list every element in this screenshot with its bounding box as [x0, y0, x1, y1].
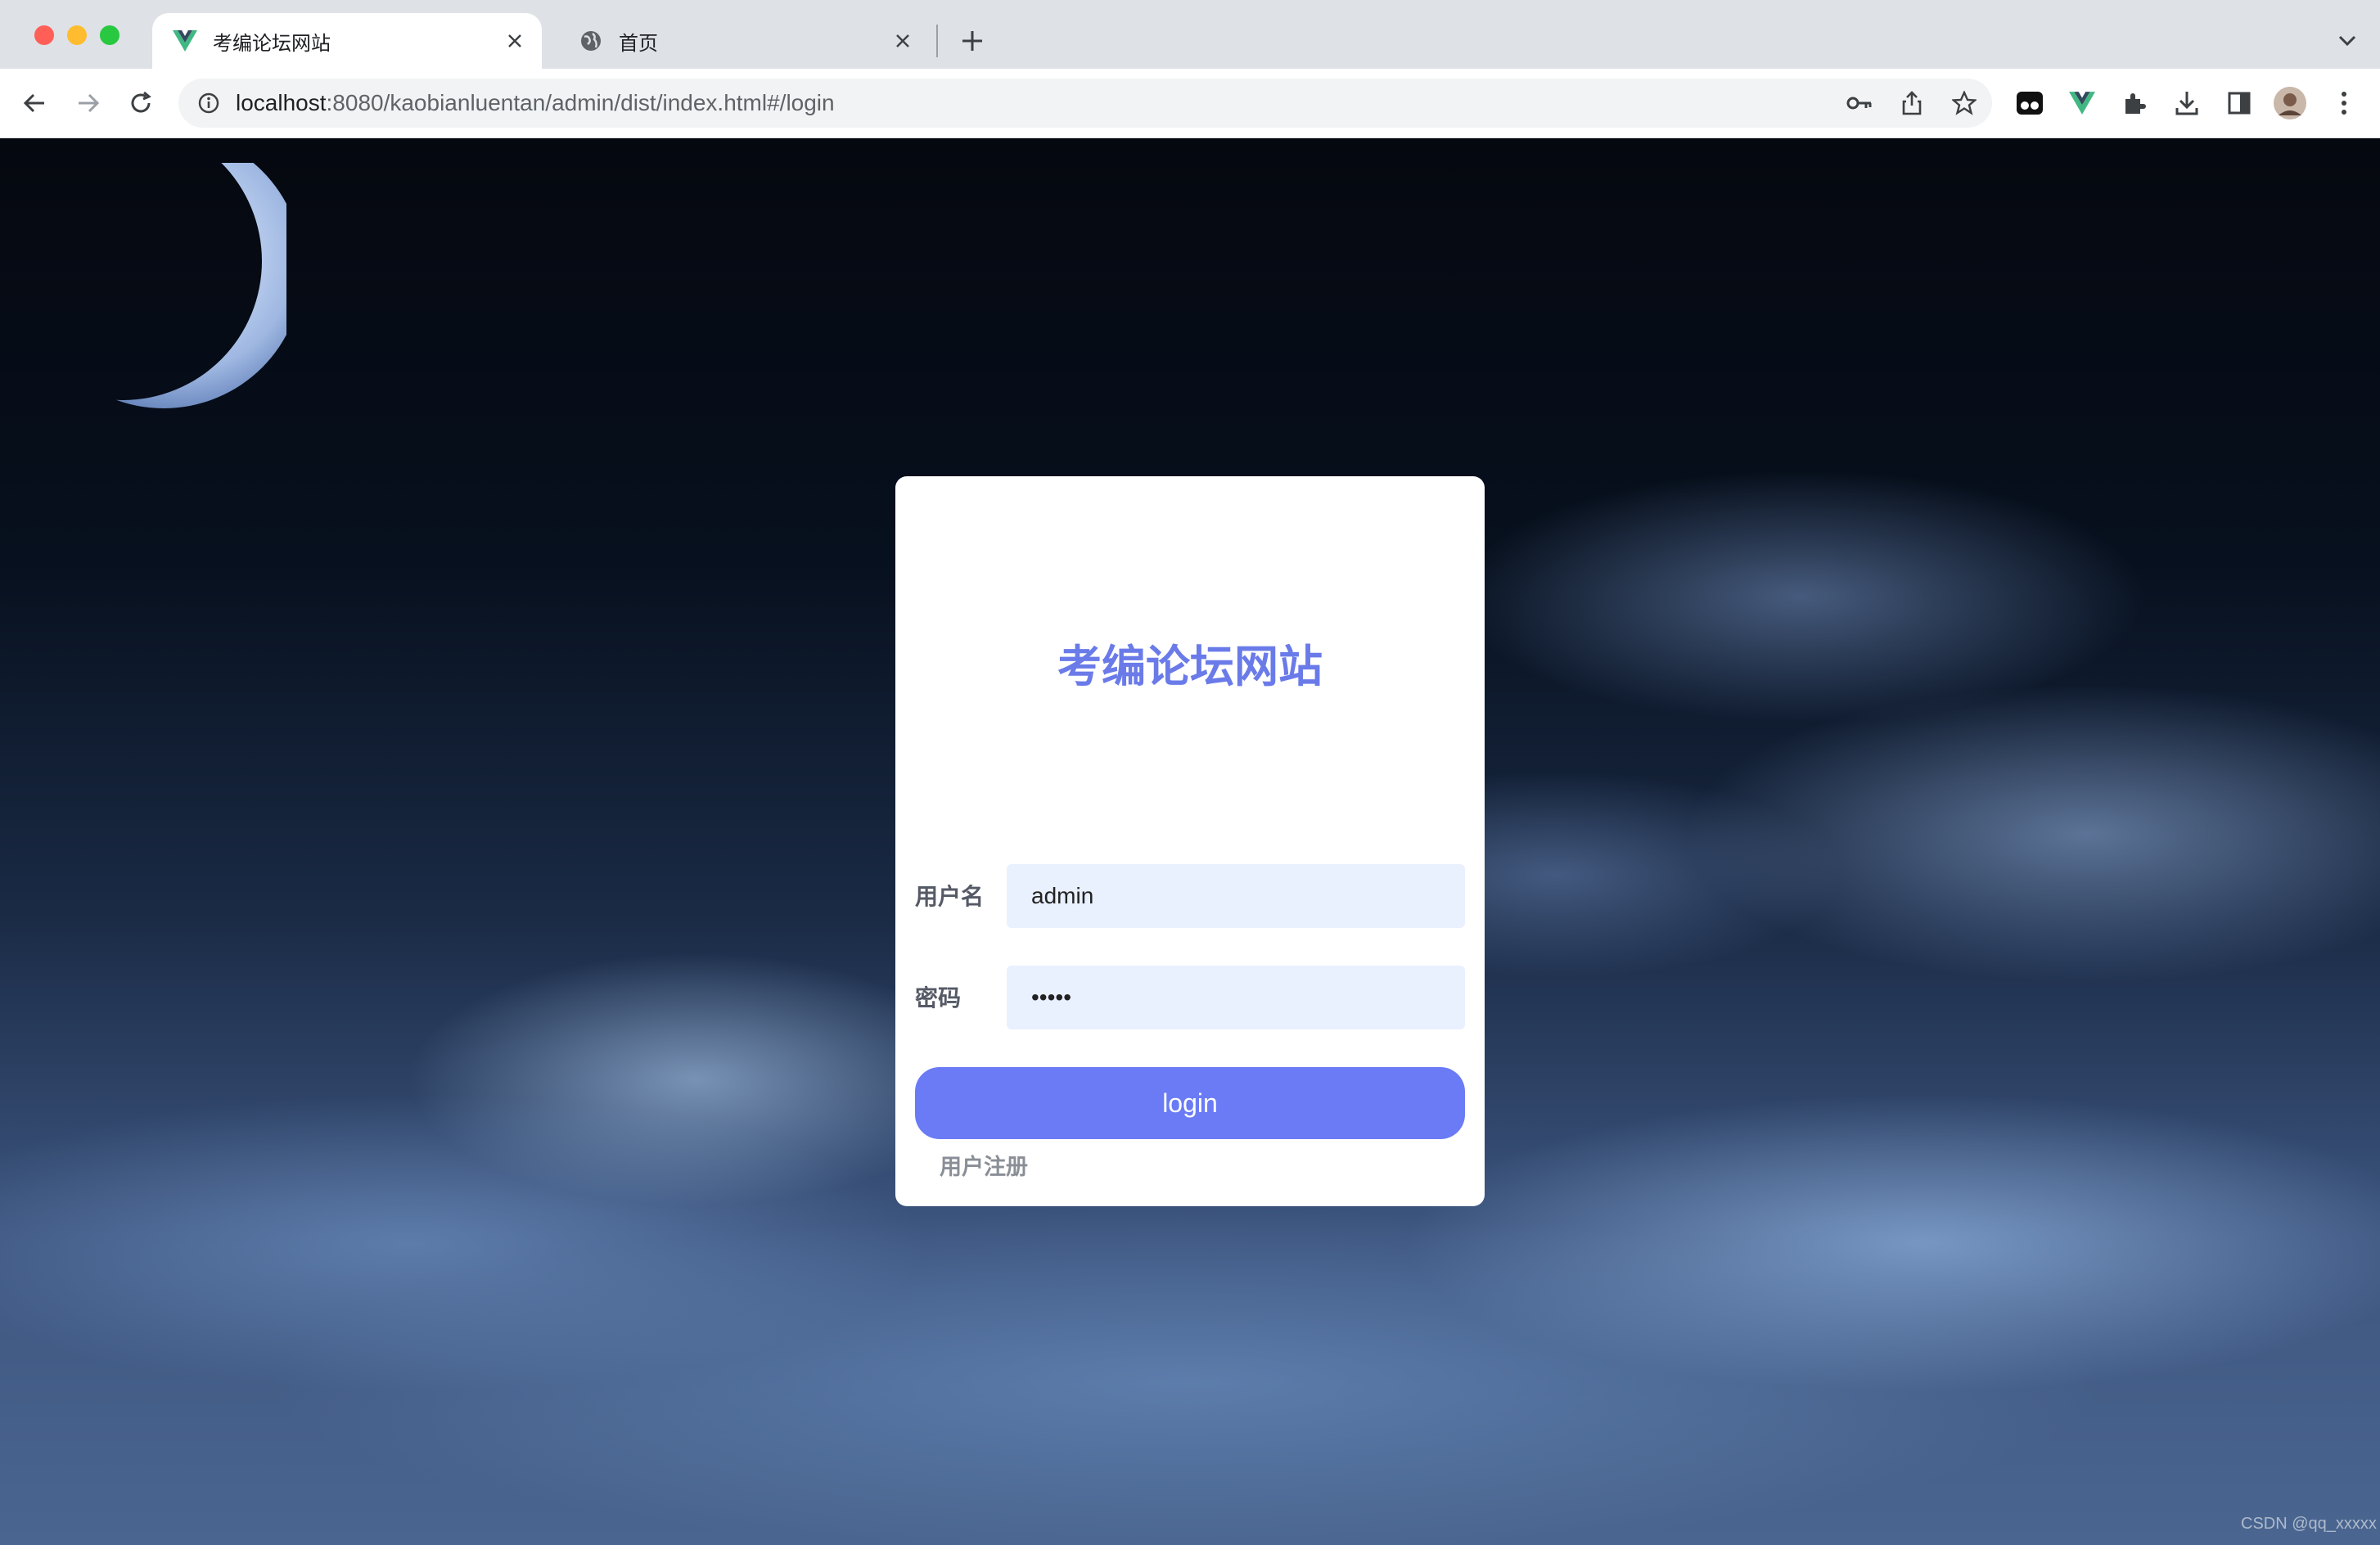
tab-divider [936, 25, 938, 57]
arrow-left-icon [23, 93, 44, 113]
close-icon[interactable] [890, 29, 915, 53]
tab-search-button[interactable] [2331, 25, 2364, 57]
password-label: 密码 [915, 985, 962, 1011]
password-input[interactable] [1007, 966, 1465, 1029]
login-button[interactable]: login [915, 1067, 1465, 1139]
close-icon[interactable] [503, 29, 527, 53]
forward-button[interactable] [70, 85, 106, 121]
tab-login[interactable]: 考编论坛网站 [152, 13, 542, 69]
puzzle-icon[interactable] [2116, 85, 2152, 121]
chevron-down-icon [2338, 35, 2356, 47]
avatar[interactable] [2272, 85, 2308, 121]
tab-title: 首页 [619, 32, 658, 55]
window-minimize-button[interactable] [67, 25, 87, 45]
globe-icon [578, 28, 604, 54]
side-panel-icon[interactable] [2221, 85, 2257, 121]
tab-strip: 考编论坛网站 首页 [0, 0, 2380, 69]
new-tab-button[interactable] [956, 25, 989, 57]
plus-icon [962, 31, 982, 51]
extension-glasses-icon[interactable] [2012, 85, 2048, 121]
back-button[interactable] [16, 85, 52, 121]
window-close-button[interactable] [34, 25, 54, 45]
register-link[interactable]: 用户注册 [940, 1149, 1028, 1181]
download-icon[interactable] [2169, 85, 2205, 121]
login-title: 考编论坛网站 [1057, 642, 1323, 691]
tab-title: 考编论坛网站 [213, 32, 331, 55]
reload-button[interactable] [123, 85, 159, 121]
browser-window: 考编论坛网站 首页 localhost:8080/kaobianluentan/… [0, 0, 2380, 1545]
url-path: :8080/kaobianluentan/admin/dist/index.ht… [326, 90, 835, 115]
url-host: localhost [236, 90, 327, 115]
star-icon[interactable] [1948, 87, 1981, 119]
browser-toolbar: localhost:8080/kaobianluentan/admin/dist… [0, 69, 2380, 138]
reload-icon [131, 91, 151, 113]
arrow-right-icon [79, 93, 100, 113]
login-card: 考编论坛网站 用户名 密码 login 用户注册 [895, 476, 1485, 1206]
username-input[interactable] [1007, 864, 1465, 928]
address-bar[interactable]: localhost:8080/kaobianluentan/admin/dist… [178, 79, 1992, 128]
info-icon[interactable] [195, 89, 223, 117]
window-maximize-button[interactable] [100, 25, 119, 45]
key-icon[interactable] [1843, 87, 1876, 119]
username-label: 用户名 [915, 884, 985, 909]
watermark: CSDN @qq_xxxxx [2241, 1515, 2377, 1533]
kebab-menu-icon[interactable] [2326, 85, 2362, 121]
tab-home[interactable]: 首页 [558, 13, 930, 69]
page-background: 考编论坛网站 用户名 密码 login 用户注册 CSDN @qq_xxxxx [0, 138, 2380, 1545]
url-text[interactable]: localhost:8080/kaobianluentan/admin/dist… [236, 90, 835, 116]
share-icon[interactable] [1895, 87, 1928, 119]
crescent-moon-image [25, 163, 286, 408]
vue-logo-icon [172, 28, 198, 54]
vue-devtools-icon[interactable] [2064, 85, 2100, 121]
